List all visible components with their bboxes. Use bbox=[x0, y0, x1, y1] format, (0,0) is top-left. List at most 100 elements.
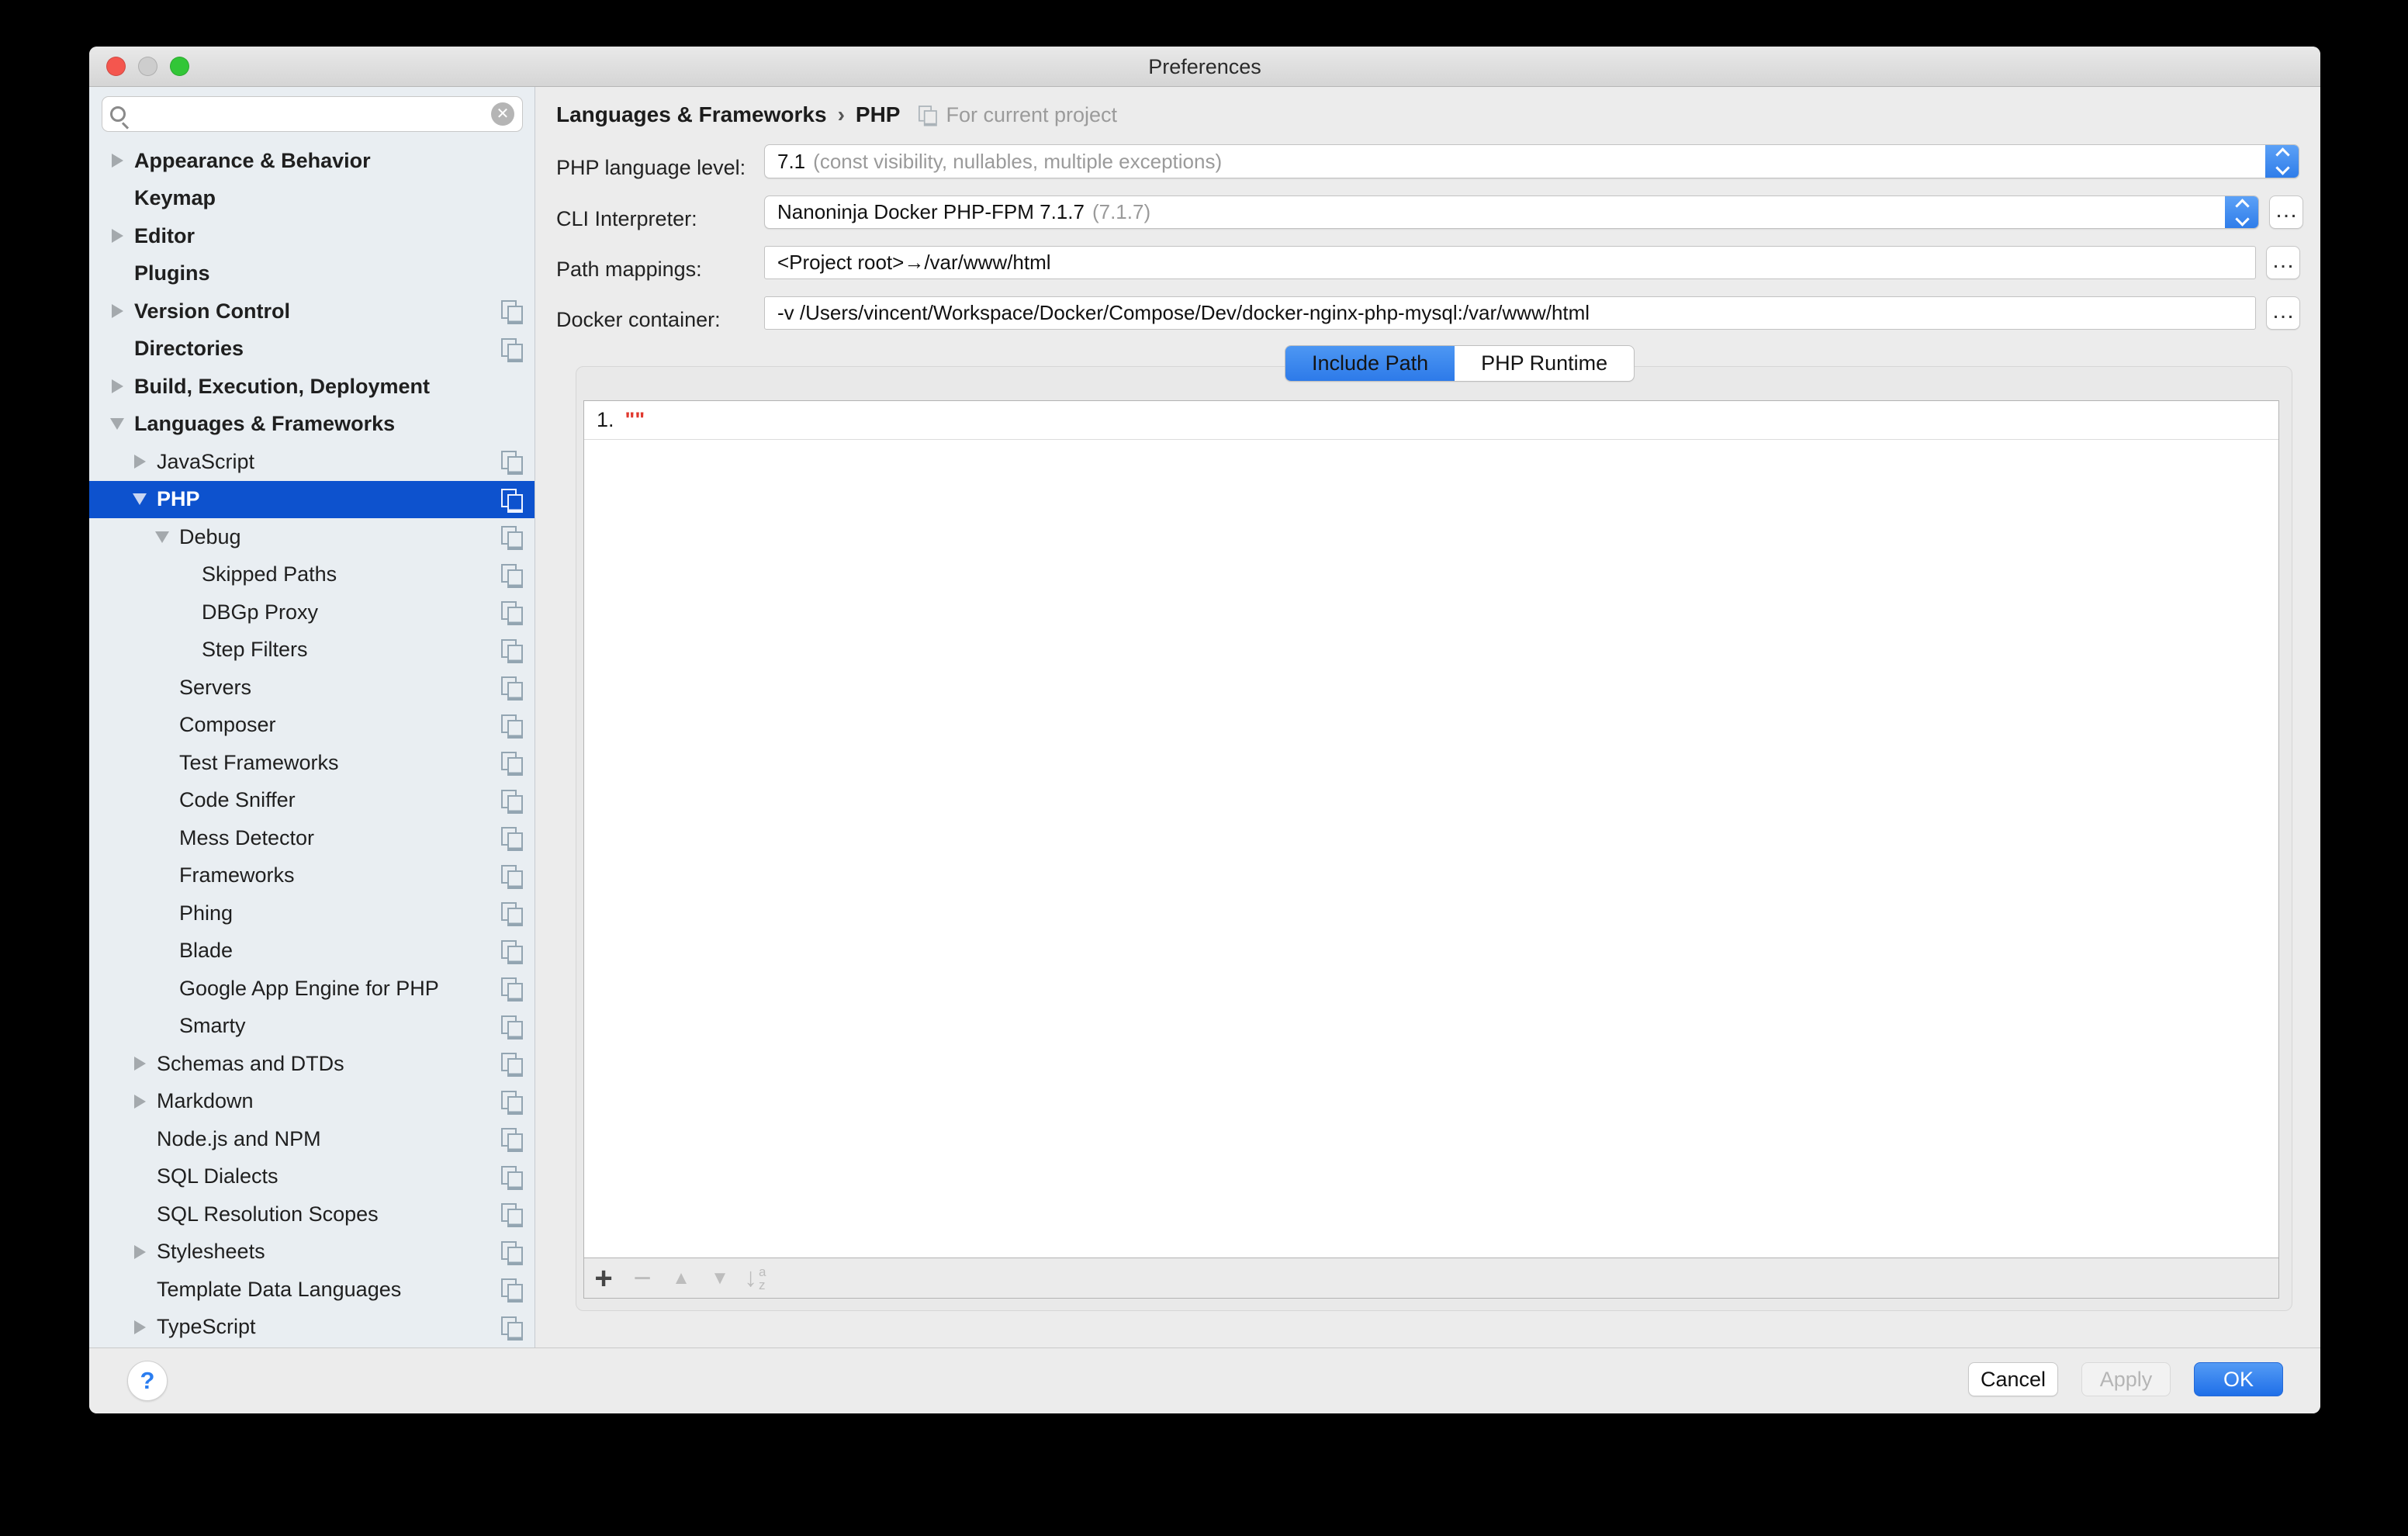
sidebar-item-node-js-and-npm[interactable]: Node.js and NPM bbox=[89, 1120, 535, 1158]
project-settings-icon bbox=[501, 1091, 522, 1113]
breadcrumb-page: PHP bbox=[856, 102, 901, 127]
expand-arrow-icon[interactable] bbox=[130, 455, 149, 469]
sidebar-item-label: Keymap bbox=[134, 186, 216, 210]
sidebar-item-label: Template Data Languages bbox=[157, 1278, 401, 1302]
php-language-level-select[interactable]: 7.1 (const visibility, nullables, multip… bbox=[764, 144, 2299, 178]
expand-arrow-icon[interactable] bbox=[130, 1320, 149, 1334]
search-input[interactable] bbox=[133, 102, 483, 126]
sidebar-item-markdown[interactable]: Markdown bbox=[89, 1083, 535, 1121]
sidebar-item-plugins[interactable]: Plugins bbox=[89, 255, 535, 293]
include-path-row[interactable]: 1. "" bbox=[584, 401, 2278, 440]
cli-interpreter-value: Nanoninja Docker PHP-FPM 7.1.7 bbox=[777, 200, 1085, 224]
sort-letter-z: z bbox=[759, 1278, 766, 1292]
sidebar-item-blade[interactable]: Blade bbox=[89, 932, 535, 970]
collapse-arrow-icon[interactable] bbox=[108, 418, 126, 430]
cancel-button[interactable]: Cancel bbox=[1968, 1362, 2058, 1396]
row-index: 1. bbox=[597, 408, 614, 432]
sidebar-item-step-filters[interactable]: Step Filters bbox=[89, 631, 535, 669]
project-settings-icon bbox=[501, 1203, 522, 1226]
minimize-window-button[interactable] bbox=[138, 57, 157, 76]
expand-arrow-icon[interactable] bbox=[108, 304, 126, 318]
tab-include-path[interactable]: Include Path bbox=[1285, 346, 1455, 381]
sidebar-item-test-frameworks[interactable]: Test Frameworks bbox=[89, 744, 535, 782]
sidebar-item-dbgp-proxy[interactable]: DBGp Proxy bbox=[89, 593, 535, 631]
preferences-window: Preferences ✕ Appearance & Behavior Keyma… bbox=[89, 47, 2320, 1413]
settings-sidebar: ✕ Appearance & Behavior Keymap EditorPlugi… bbox=[89, 87, 535, 1347]
sidebar-item-code-sniffer[interactable]: Code Sniffer bbox=[89, 782, 535, 820]
apply-button[interactable]: Apply bbox=[2081, 1362, 2171, 1396]
expand-arrow-icon[interactable] bbox=[130, 1095, 149, 1109]
path-mappings-field[interactable]: <Project root>→/var/www/html bbox=[764, 246, 2256, 279]
sidebar-item-label: Directories bbox=[134, 337, 244, 361]
docker-container-field[interactable]: -v /Users/vincent/Workspace/Docker/Compo… bbox=[764, 296, 2256, 330]
sidebar-item-smarty[interactable]: Smarty bbox=[89, 1008, 535, 1046]
remove-path-button[interactable]: − bbox=[623, 1260, 662, 1297]
sidebar-item-phing[interactable]: Phing bbox=[89, 894, 535, 932]
sidebar-item-label: Stylesheets bbox=[157, 1240, 265, 1264]
sidebar-item-stylesheets[interactable]: Stylesheets bbox=[89, 1233, 535, 1271]
sidebar-item-template-data-languages[interactable]: Template Data Languages bbox=[89, 1271, 535, 1309]
collapse-arrow-icon[interactable] bbox=[153, 531, 171, 543]
sidebar-item-sql-resolution-scopes[interactable]: SQL Resolution Scopes bbox=[89, 1195, 535, 1233]
expand-arrow-icon[interactable] bbox=[108, 229, 126, 243]
sidebar-item-keymap[interactable]: Keymap bbox=[89, 180, 535, 218]
clear-search-icon[interactable]: ✕ bbox=[491, 102, 514, 126]
sidebar-item-directories[interactable]: Directories bbox=[89, 330, 535, 368]
sidebar-item-mess-detector[interactable]: Mess Detector bbox=[89, 819, 535, 857]
sidebar-item-build-execution-deployment[interactable]: Build, Execution, Deployment bbox=[89, 368, 535, 406]
path-mappings-browse-button[interactable]: … bbox=[2266, 246, 2300, 279]
cli-interpreter-detail: (7.1.7) bbox=[1092, 200, 1150, 224]
settings-tree: Appearance & Behavior Keymap EditorPlugins… bbox=[89, 142, 535, 1347]
add-path-button[interactable]: + bbox=[584, 1260, 623, 1297]
zoom-window-button[interactable] bbox=[170, 57, 189, 76]
settings-content: Languages & Frameworks › PHP For current… bbox=[535, 87, 2320, 1347]
settings-search-field[interactable]: ✕ bbox=[102, 96, 523, 132]
sidebar-item-label: TypeScript bbox=[157, 1315, 256, 1339]
sidebar-item-google-app-engine-for-php[interactable]: Google App Engine for PHP bbox=[89, 970, 535, 1008]
sidebar-item-frameworks[interactable]: Frameworks bbox=[89, 857, 535, 895]
cli-interpreter-select[interactable]: Nanoninja Docker PHP-FPM 7.1.7 (7.1.7) bbox=[764, 195, 2259, 229]
sidebar-item-composer[interactable]: Composer bbox=[89, 707, 535, 745]
path-mappings-value: <Project root>→/var/www/html bbox=[777, 251, 1051, 275]
sidebar-item-label: Step Filters bbox=[202, 638, 308, 662]
sidebar-item-label: JavaScript bbox=[157, 450, 254, 474]
row-value: "" bbox=[625, 408, 645, 432]
docker-container-browse-button[interactable]: … bbox=[2266, 296, 2300, 330]
include-path-list[interactable]: 1. "" bbox=[584, 401, 2278, 1259]
project-settings-icon bbox=[501, 1128, 522, 1150]
dialog-footer: ? Cancel Apply OK bbox=[89, 1347, 2320, 1413]
close-window-button[interactable] bbox=[106, 57, 126, 76]
ok-button[interactable]: OK bbox=[2194, 1362, 2283, 1396]
sidebar-item-languages-frameworks[interactable]: Languages & Frameworks bbox=[89, 406, 535, 444]
title-bar[interactable]: Preferences bbox=[89, 47, 2320, 87]
sidebar-item-servers[interactable]: Servers bbox=[89, 669, 535, 707]
expand-arrow-icon[interactable] bbox=[130, 1057, 149, 1071]
cli-interpreter-browse-button[interactable]: … bbox=[2269, 195, 2303, 229]
sidebar-item-php[interactable]: PHP bbox=[89, 481, 535, 519]
sidebar-item-sql-dialects[interactable]: SQL Dialects bbox=[89, 1158, 535, 1196]
stepper-icon[interactable] bbox=[2225, 195, 2259, 229]
sidebar-item-label: Debug bbox=[179, 525, 241, 549]
stepper-icon[interactable] bbox=[2265, 144, 2299, 178]
help-button[interactable]: ? bbox=[127, 1361, 168, 1401]
sidebar-item-debug[interactable]: Debug bbox=[89, 518, 535, 556]
expand-arrow-icon[interactable] bbox=[108, 379, 126, 393]
sidebar-item-editor[interactable]: Editor bbox=[89, 217, 535, 255]
sidebar-item-label: Frameworks bbox=[179, 863, 295, 887]
move-up-button[interactable]: ▲ bbox=[662, 1260, 701, 1297]
sort-alphabetically-button[interactable]: ↓ a z bbox=[744, 1263, 766, 1293]
project-settings-icon bbox=[501, 451, 522, 473]
sidebar-item-schemas-and-dtds[interactable]: Schemas and DTDs bbox=[89, 1045, 535, 1083]
sidebar-item-typescript[interactable]: TypeScript bbox=[89, 1309, 535, 1347]
project-settings-icon bbox=[501, 601, 522, 624]
move-down-button[interactable]: ▼ bbox=[701, 1260, 739, 1297]
expand-arrow-icon[interactable] bbox=[108, 154, 126, 168]
sidebar-item-skipped-paths[interactable]: Skipped Paths bbox=[89, 556, 535, 594]
sidebar-item-javascript[interactable]: JavaScript bbox=[89, 443, 535, 481]
sidebar-item-appearance-behavior[interactable]: Appearance & Behavior bbox=[89, 142, 535, 180]
tab-php-runtime[interactable]: PHP Runtime bbox=[1455, 346, 1634, 381]
include-path-listbox: 1. "" + − ▲ ▼ ↓ a z bbox=[583, 400, 2279, 1299]
expand-arrow-icon[interactable] bbox=[130, 1245, 149, 1259]
collapse-arrow-icon[interactable] bbox=[130, 493, 149, 505]
sidebar-item-version-control[interactable]: Version Control bbox=[89, 292, 535, 330]
